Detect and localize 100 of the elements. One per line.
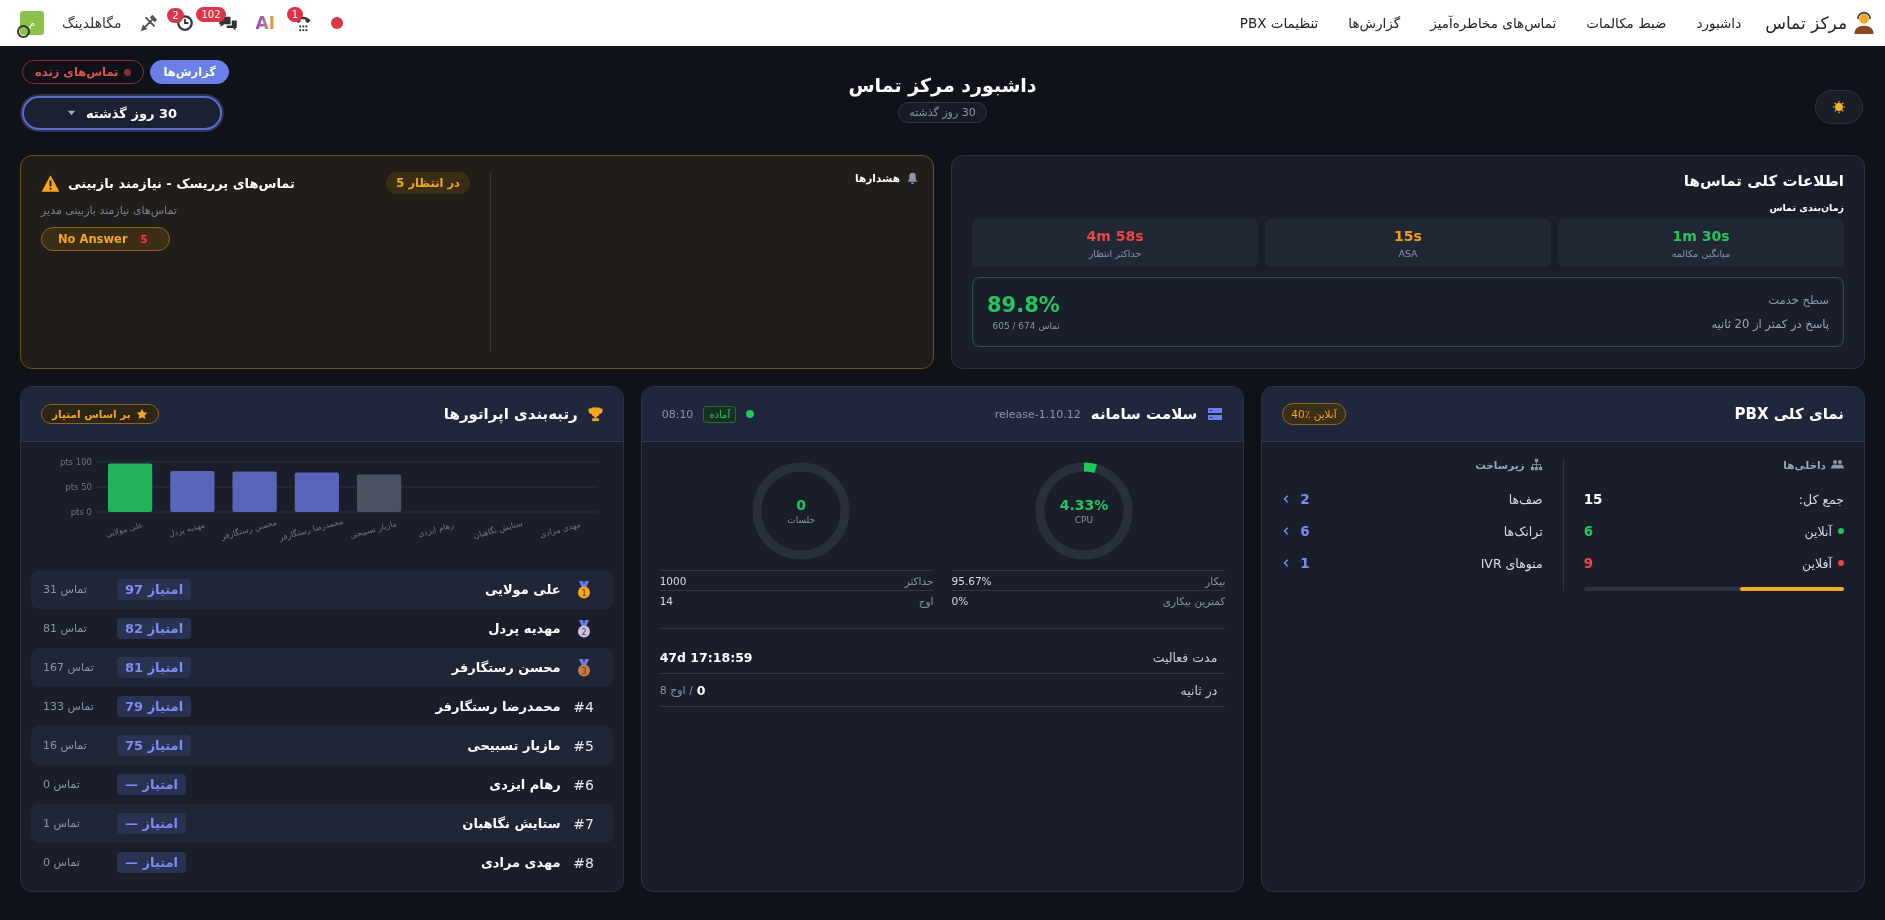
axis-category-label: محسن رستگارفر: [219, 517, 278, 542]
online-badge: 40٪ آنلاین: [1282, 403, 1346, 425]
pending-badge: در انتظار 5: [386, 172, 470, 194]
axis-category-label: محمدرضا رستگارفر: [277, 516, 344, 543]
metric-value: 15s: [1394, 227, 1422, 244]
uptime-label: مدت فعالیت: [1152, 649, 1219, 665]
call-count: 81 تماس: [43, 622, 88, 635]
metric-label: ASA: [1398, 247, 1418, 259]
metric-label: میانگین مکالمه: [1671, 247, 1731, 259]
gauge-value: 4.33%: [1059, 497, 1109, 513]
operator-name: علی مولایی: [483, 582, 561, 597]
sort-badge[interactable]: بر اساس امتیاز: [41, 404, 159, 424]
score-badge: — امتیاز: [117, 813, 186, 834]
stat-value: 0%: [951, 594, 969, 607]
chart-bar: [107, 463, 152, 512]
call-count: 0 تماس: [43, 856, 81, 869]
rate-value: 0: [696, 682, 706, 698]
row-label: منوهای IVR: [1480, 555, 1543, 571]
status-badge: آماده: [703, 405, 737, 423]
score-badge: 79 امتیاز: [117, 696, 192, 717]
nav-link[interactable]: تماس‌های مخاطره‌آمیز: [1424, 15, 1563, 31]
card-title: اطلاعات کلی تماس‌ها: [1682, 172, 1844, 190]
axis-category-label: ستایش نگاهبان: [472, 518, 524, 541]
row-label: جمع کل:: [1798, 491, 1844, 507]
warning-icon: [41, 173, 60, 193]
view-tab[interactable]: گزارش‌ها: [150, 60, 229, 84]
axis-category-label: مازیار تسبیحی: [348, 519, 398, 541]
axis-tick-label: 50 pts: [64, 482, 92, 492]
call-count: 1 تماس: [43, 817, 81, 830]
rate-label: در ثانیه: [1180, 682, 1219, 698]
score-badge: — امتیاز: [117, 852, 186, 873]
score-badge: 97 امتیاز: [117, 579, 192, 600]
operator-name: رهام ایزدی: [488, 777, 561, 792]
axis-category-label: علی مولایی: [104, 520, 144, 539]
nav-link[interactable]: داشبورد: [1690, 15, 1748, 31]
trophy-icon: [587, 406, 603, 422]
operator-name: مهدیه پردل: [487, 621, 561, 636]
bell-icon: [906, 172, 919, 185]
service-level-title: سطح خدمت: [1767, 293, 1829, 307]
axis-tick-label: 100 pts: [59, 457, 92, 467]
stat-label: اوج: [918, 594, 934, 607]
service-level-description: پاسخ در کمتر از 20 ثانیه: [1711, 317, 1829, 331]
section-title: زمان‌بندی تماس: [1768, 202, 1844, 213]
score-badge: — امتیاز: [117, 774, 186, 795]
app-title: مرکز تماس: [1765, 13, 1847, 33]
metric-value: 4m 58s: [1086, 227, 1144, 244]
row-value: 9: [1583, 555, 1594, 571]
alert-description: تماس‌های نیازمند بازبینی مدیر: [41, 204, 178, 217]
tools-icon: [139, 14, 158, 32]
notification-badge: 2: [167, 8, 184, 23]
operator-name: محمدرضا رستگارفر: [434, 699, 561, 714]
row-label: صف‌ها: [1508, 491, 1543, 507]
notification-badge: 102: [196, 7, 226, 22]
row-label: آفلاین: [1802, 555, 1832, 571]
company-name[interactable]: مگاهلدینگ: [62, 15, 122, 31]
caret-icon: [66, 108, 76, 118]
service-level-value: 89.8%: [987, 293, 1060, 317]
server-icon: [1207, 406, 1224, 422]
axis-category-label: مهدیه پردل: [167, 520, 206, 539]
theme-toggle-button[interactable]: [1815, 90, 1863, 124]
call-count: 0 تماس: [43, 778, 81, 791]
operator-name: مهدی مرادی: [479, 855, 561, 870]
gauge-label: CPU: [1074, 515, 1094, 525]
card-title: سلامت سامانه: [1090, 405, 1198, 423]
call-count: 133 تماس: [43, 700, 95, 713]
status-dot-icon: [746, 410, 755, 418]
axis-category-label: رهام ایزدی: [416, 520, 455, 539]
chart-bar: [169, 471, 215, 512]
operator-name: ستایش نگاهبان: [461, 816, 561, 831]
row-value[interactable]: 2: [1300, 491, 1310, 507]
score-badge: 75 امتیاز: [117, 735, 192, 756]
score-badge: 82 امتیاز: [117, 618, 192, 639]
page-title: داشبورد مرکز تماس: [848, 74, 1037, 96]
nav-link[interactable]: گزارش‌ها: [1342, 15, 1407, 31]
stat-label: کمترین بیکاری: [1162, 594, 1226, 607]
stat-value: 1000: [659, 574, 687, 587]
rank-number: #8: [573, 854, 594, 871]
column-title: داخلی‌ها: [1783, 458, 1826, 471]
nav-link[interactable]: ضبط مکالمات: [1580, 15, 1673, 31]
stat-label: بیکار: [1205, 574, 1226, 587]
peak-value: / اوج 8: [659, 683, 693, 697]
row-value[interactable]: 1: [1300, 555, 1310, 571]
sun-icon: [1832, 100, 1846, 114]
rank-number: #4: [573, 698, 594, 715]
agent-icon: [1853, 12, 1875, 34]
axis-category-label: مهدی مرادی: [538, 519, 582, 540]
card-title: رتبه‌بندی اپراتورها: [443, 405, 578, 423]
operator-name: محسن رستگارفر: [450, 660, 561, 675]
alert-tag[interactable]: No Answer 5: [41, 227, 170, 251]
stat-value: 95.67%: [951, 574, 992, 587]
gauge-label: جلسات: [787, 515, 815, 525]
call-count: 31 تماس: [43, 583, 88, 596]
chart-bar: [232, 471, 277, 512]
time-label: 08:10: [661, 407, 694, 421]
row-value[interactable]: 6: [1300, 523, 1310, 539]
recording-dot-icon: [331, 17, 343, 29]
stat-value: 14: [659, 594, 674, 607]
stat-label: حداکثر: [904, 574, 934, 587]
nav-link[interactable]: تنظیمات PBX: [1233, 15, 1325, 31]
period-dropdown[interactable]: 30 روز گذشته: [22, 96, 222, 130]
